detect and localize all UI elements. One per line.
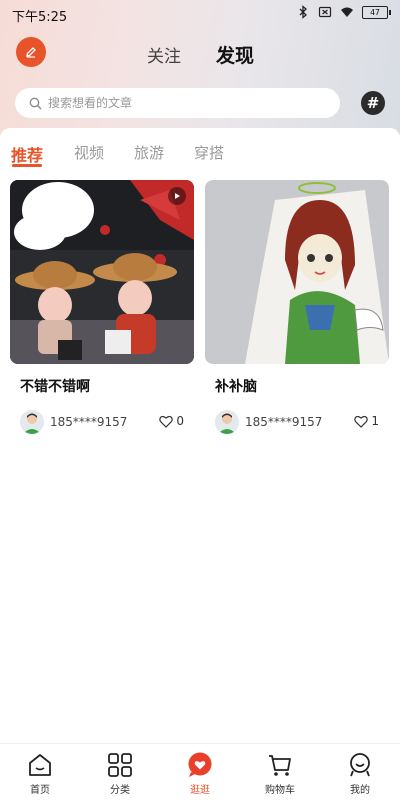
status-bar: 下午5:25 47: [0, 0, 400, 30]
anime-drawing-photo: [205, 180, 389, 364]
nav-label: 我的: [350, 785, 370, 796]
profile-icon: [350, 753, 370, 777]
tab-follow[interactable]: 关注: [147, 42, 181, 67]
like-button[interactable]: 0: [159, 414, 184, 428]
heart-outline-icon: [354, 415, 369, 428]
post-image[interactable]: [205, 180, 389, 364]
nav-category[interactable]: 分类: [90, 752, 150, 796]
search-bar[interactable]: [15, 88, 340, 118]
active-tab-indicator: [12, 164, 42, 167]
category-tabs: 推荐 视频 旅游 穿搭: [0, 140, 400, 170]
discover-feed: 推荐 视频 旅游 穿搭 不错不错啊 185****9157 0 补补脑 185*…: [0, 128, 400, 743]
notification-off-icon: [318, 6, 332, 18]
like-button[interactable]: 1: [354, 414, 379, 428]
pencil-icon: [26, 47, 36, 58]
post-meta: 185****9157 1: [205, 410, 389, 436]
search-icon: [29, 97, 42, 109]
tab-discover[interactable]: 发现: [216, 41, 254, 68]
post-image[interactable]: [10, 180, 194, 364]
post-title: 不错不错啊: [20, 379, 90, 395]
doll-figurines-photo: [10, 180, 194, 364]
home-icon: [29, 754, 51, 776]
bluetooth-icon: [299, 5, 307, 19]
edit-post-button[interactable]: [16, 37, 46, 67]
nav-label: 逛逛: [190, 785, 210, 796]
status-time: 下午5:25: [12, 10, 68, 25]
video-play-badge: [168, 187, 186, 205]
tab-video[interactable]: 视频: [74, 142, 104, 163]
post-title: 补补脑: [215, 379, 257, 395]
grid-icon: [108, 753, 132, 777]
avatar[interactable]: [215, 410, 239, 434]
nav-home[interactable]: 首页: [10, 752, 70, 796]
search-input[interactable]: [48, 96, 308, 110]
wifi-icon: [341, 7, 353, 17]
post-author[interactable]: 185****9157: [245, 415, 322, 429]
heart-bubble-icon: [188, 752, 212, 777]
nav-browse[interactable]: 逛逛: [170, 752, 230, 796]
nav-label: 首页: [30, 785, 50, 796]
nav-profile[interactable]: 我的: [330, 752, 390, 796]
bottom-navigation: 首页 分类 逛逛 购物车 我的: [0, 743, 400, 800]
tab-recommended[interactable]: 推荐: [11, 142, 43, 166]
post-author[interactable]: 185****9157: [50, 415, 127, 429]
battery-indicator: 47: [362, 5, 391, 19]
status-icons: 47: [296, 5, 391, 19]
post-meta: 185****9157 0: [10, 410, 194, 436]
topic-hashtag-button[interactable]: #: [361, 91, 385, 115]
post-card[interactable]: 补补脑 185****9157 1: [205, 180, 389, 436]
heart-outline-icon: [159, 415, 174, 428]
play-icon: [175, 193, 180, 199]
tab-outfit[interactable]: 穿搭: [194, 142, 224, 163]
tab-travel[interactable]: 旅游: [134, 142, 164, 163]
like-count: 1: [371, 414, 379, 428]
user-avatar-icon: [20, 410, 44, 434]
cart-icon: [269, 755, 291, 776]
like-count: 0: [176, 414, 184, 428]
nav-cart[interactable]: 购物车: [250, 752, 310, 796]
post-card[interactable]: 不错不错啊 185****9157 0: [10, 180, 194, 436]
nav-label: 分类: [110, 785, 130, 796]
user-avatar-icon: [215, 410, 239, 434]
avatar[interactable]: [20, 410, 44, 434]
nav-label: 购物车: [265, 785, 295, 796]
